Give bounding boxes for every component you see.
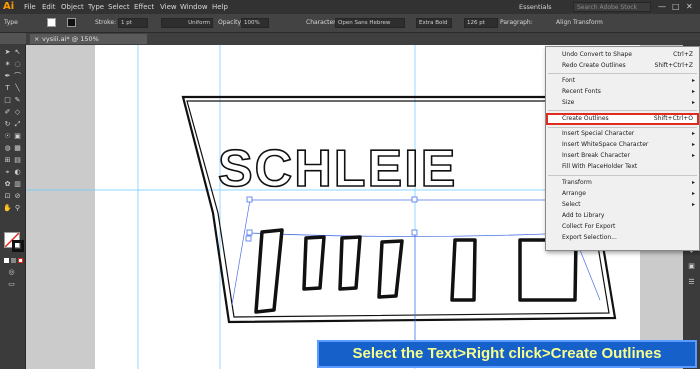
pencil-tool-icon[interactable]: ✐ bbox=[3, 108, 12, 117]
submenu-arrow-icon: ▸ bbox=[691, 179, 695, 186]
artboard-tool-icon[interactable]: ⊡ bbox=[3, 192, 12, 201]
gradient-mode-icon[interactable] bbox=[11, 258, 16, 263]
menu-separator bbox=[548, 175, 697, 176]
type-tool-icon[interactable]: T bbox=[3, 84, 12, 93]
symbol-sprayer-icon[interactable]: ✿ bbox=[3, 180, 12, 189]
line-tool-icon[interactable]: ╲ bbox=[13, 84, 22, 93]
menu-item-insert-special-character[interactable]: Insert Special Character ▸ bbox=[546, 129, 699, 139]
none-mode-icon[interactable] bbox=[18, 258, 23, 263]
menu-separator bbox=[548, 73, 697, 74]
hand-tool-icon[interactable]: ✋ bbox=[3, 204, 12, 213]
properties-panel-icon[interactable]: ☰ bbox=[687, 278, 696, 287]
libraries-panel-icon[interactable]: ▣ bbox=[687, 262, 696, 271]
selection-bound bbox=[231, 199, 251, 306]
submenu-arrow-icon: ▸ bbox=[691, 130, 695, 137]
brush-tool-icon[interactable]: ✎ bbox=[13, 96, 22, 105]
eyedropper-tool-icon[interactable]: ⌖ bbox=[3, 168, 12, 177]
blend-tool-icon[interactable]: ◐ bbox=[13, 168, 22, 177]
menu-item-size[interactable]: Size ▸ bbox=[546, 98, 699, 108]
menu-separator bbox=[548, 110, 697, 111]
free-transform-icon[interactable]: ▣ bbox=[13, 132, 22, 141]
magic-wand-icon[interactable]: ✶ bbox=[3, 60, 12, 69]
submenu-arrow-icon: ▸ bbox=[691, 88, 695, 95]
perspective-grid-icon[interactable]: ▦ bbox=[13, 144, 22, 153]
rotate-tool-icon[interactable]: ↻ bbox=[3, 120, 12, 129]
stroke-color-swatch[interactable] bbox=[12, 240, 24, 252]
mesh-tool-icon[interactable]: ⊞ bbox=[3, 156, 12, 165]
slice-tool-icon[interactable]: ⊘ bbox=[13, 192, 22, 201]
draw-mode-icon[interactable]: ◎ bbox=[7, 268, 16, 277]
menu-separator bbox=[548, 127, 697, 128]
zoom-tool-icon[interactable]: ⚲ bbox=[13, 204, 22, 213]
submenu-arrow-icon: ▸ bbox=[691, 201, 695, 208]
menu-item-export-selection[interactable]: Export Selection... bbox=[546, 233, 699, 243]
eraser-tool-icon[interactable]: ◇ bbox=[13, 108, 22, 117]
menu-item-insert-whitespace[interactable]: Insert WhiteSpace Character ▸ bbox=[546, 140, 699, 150]
menu-item-redo-create-outlines[interactable]: Redo Create Outlines Shift+Ctrl+Z bbox=[546, 61, 699, 71]
submenu-arrow-icon: ▸ bbox=[691, 190, 695, 197]
menu-item-recent-fonts[interactable]: Recent Fonts ▸ bbox=[546, 87, 699, 97]
type-on-path-line bbox=[249, 232, 571, 237]
direct-selection-tool-icon[interactable]: ↖ bbox=[13, 48, 22, 57]
instruction-banner: Select the Text>Right click>Create Outli… bbox=[317, 340, 697, 368]
tools-panel: ➤ ↖ ✶ ◌ ✒ ⌒ T ╲ □ ✎ ✐ ◇ ↻ ⤢ ☉ ▣ ◍ ▦ ⊞ ▤ … bbox=[0, 44, 26, 369]
color-mode-icon[interactable] bbox=[4, 258, 9, 263]
submenu-arrow-icon: ▸ bbox=[691, 141, 695, 148]
menu-item-transform[interactable]: Transform ▸ bbox=[546, 178, 699, 188]
scale-tool-icon[interactable]: ⤢ bbox=[13, 120, 22, 129]
outlined-text-latin[interactable]: SCHLEIE bbox=[217, 139, 457, 199]
context-menu: Undo Convert to Shape Ctrl+Z Redo Create … bbox=[545, 46, 700, 251]
outlined-text-hebrew bbox=[254, 228, 578, 314]
menu-item-font[interactable]: Font ▸ bbox=[546, 76, 699, 86]
submenu-arrow-icon: ▸ bbox=[691, 152, 695, 159]
menu-item-undo-convert[interactable]: Undo Convert to Shape Ctrl+Z bbox=[546, 50, 699, 60]
selection-tool-icon[interactable]: ➤ bbox=[3, 48, 12, 57]
rectangle-tool-icon[interactable]: □ bbox=[3, 96, 12, 105]
menu-item-fill-placeholder[interactable]: Fill With PlaceHolder Text bbox=[546, 162, 699, 172]
gradient-tool-icon[interactable]: ▤ bbox=[13, 156, 22, 165]
menu-item-create-outlines[interactable]: Create Outlines Shift+Ctrl+O bbox=[546, 113, 699, 125]
menu-item-arrange[interactable]: Arrange ▸ bbox=[546, 189, 699, 199]
menu-item-add-to-library[interactable]: Add to Library bbox=[546, 211, 699, 221]
menu-item-collect-for-export[interactable]: Collect For Export bbox=[546, 222, 699, 232]
column-graph-icon[interactable]: ▥ bbox=[13, 180, 22, 189]
menu-item-select[interactable]: Select ▸ bbox=[546, 200, 699, 210]
menu-item-insert-break[interactable]: Insert Break Character ▸ bbox=[546, 151, 699, 161]
curvature-tool-icon[interactable]: ⌒ bbox=[13, 72, 22, 81]
screen-mode-icon[interactable]: ▭ bbox=[7, 280, 16, 289]
submenu-arrow-icon: ▸ bbox=[691, 99, 695, 106]
pen-tool-icon[interactable]: ✒ bbox=[3, 72, 12, 81]
submenu-arrow-icon: ▸ bbox=[691, 77, 695, 84]
shape-builder-icon[interactable]: ◍ bbox=[3, 144, 12, 153]
warp-tool-icon[interactable]: ☉ bbox=[3, 132, 12, 141]
lasso-tool-icon[interactable]: ◌ bbox=[13, 60, 22, 69]
